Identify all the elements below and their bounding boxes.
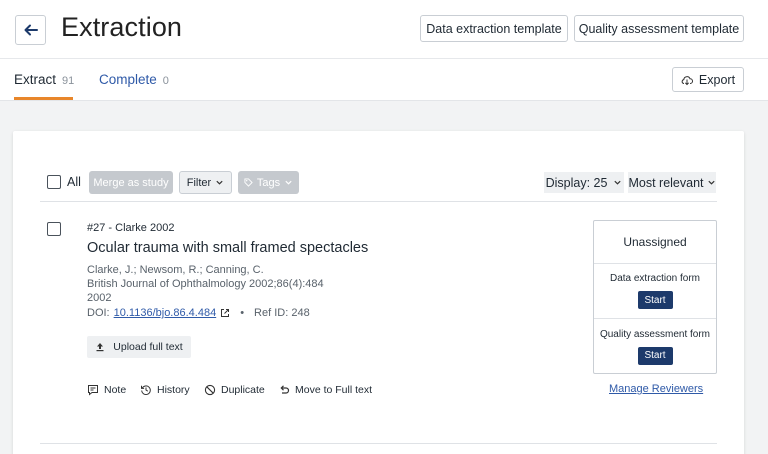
start-quality-assessment-button[interactable]: Start xyxy=(637,346,673,365)
start-data-extraction-button[interactable]: Start xyxy=(637,291,673,309)
upload-label: Upload full text xyxy=(113,341,183,353)
header-divider xyxy=(0,58,768,59)
reference-journal: British Journal of Ophthalmology 2002;86… xyxy=(87,278,324,290)
note-label: Note xyxy=(104,384,127,396)
history-icon xyxy=(141,385,151,396)
select-all-checkbox[interactable] xyxy=(47,175,61,189)
tab-extract[interactable]: Extract 91 xyxy=(14,72,74,87)
reference-title[interactable]: Ocular trauma with small framed spectacl… xyxy=(87,240,368,256)
toolbar-divider xyxy=(40,201,717,202)
duplicate-label: Duplicate xyxy=(221,384,265,396)
arrow-left-icon xyxy=(24,24,38,36)
move-to-full-text-button[interactable]: Move to Full text xyxy=(278,384,372,396)
page-title: Extraction xyxy=(61,12,183,42)
tab-complete[interactable]: Complete 0 xyxy=(99,72,169,87)
merge-as-study-button[interactable]: Merge as study xyxy=(89,171,173,194)
tab-extract-label: Extract xyxy=(14,72,57,87)
export-label: Export xyxy=(698,72,736,87)
sort-label: Most relevant xyxy=(628,175,704,190)
chevron-down-icon xyxy=(614,180,622,185)
tags-label: Tags xyxy=(256,176,281,189)
references-panel: All Merge as study Filter Tags Display: … xyxy=(13,131,744,454)
prohibited-icon xyxy=(204,384,216,396)
sort-select[interactable]: Most relevant xyxy=(628,172,716,193)
assignment-box: Unassigned Data extraction form Start Qu… xyxy=(593,220,717,374)
external-link-icon[interactable] xyxy=(220,308,230,318)
cloud-download-icon xyxy=(681,75,693,85)
data-extraction-form-cell: Data extraction form Start xyxy=(594,264,716,319)
chevron-down-icon xyxy=(707,180,715,185)
chevron-down-icon xyxy=(216,180,223,185)
history-button[interactable]: History xyxy=(140,384,190,396)
upload-full-text-button[interactable]: Upload full text xyxy=(87,336,191,358)
tab-complete-label: Complete xyxy=(99,72,157,87)
filter-button[interactable]: Filter xyxy=(179,171,232,194)
chevron-down-icon xyxy=(285,180,292,185)
quality-assessment-form-label: Quality assessment form xyxy=(599,328,711,340)
assignment-status-label: Unassigned xyxy=(623,235,687,249)
active-tab-indicator xyxy=(14,97,73,100)
doi-prefix: DOI: xyxy=(87,307,110,319)
ref-id: Ref ID: 248 xyxy=(254,307,310,319)
tags-button[interactable]: Tags xyxy=(238,171,299,194)
tab-extract-count: 91 xyxy=(62,75,75,87)
assignment-status: Unassigned xyxy=(594,221,716,264)
reference-header: #27 - Clarke 2002 xyxy=(87,222,175,234)
reference-year: 2002 xyxy=(87,292,112,304)
display-count-select[interactable]: Display: 25 xyxy=(544,172,624,193)
reference-checkbox[interactable] xyxy=(47,222,61,236)
quality-assessment-form-cell: Quality assessment form Start xyxy=(594,319,716,374)
move-label: Move to Full text xyxy=(295,384,373,396)
row-divider xyxy=(40,443,717,444)
note-button[interactable]: Note xyxy=(87,384,126,396)
display-count-label: Display: 25 xyxy=(545,175,608,190)
export-button[interactable]: Export xyxy=(672,67,744,92)
tag-icon xyxy=(244,178,253,187)
back-button[interactable] xyxy=(15,15,46,45)
note-icon xyxy=(88,385,98,396)
doi-link[interactable]: 10.1136/bjo.86.4.484 xyxy=(114,307,217,319)
data-extraction-template-button[interactable]: Data extraction template xyxy=(420,15,568,42)
history-label: History xyxy=(157,384,190,396)
reference-doi-line: DOI: 10.1136/bjo.86.4.484 • Ref ID: 248 xyxy=(87,307,310,319)
select-all-label: All xyxy=(67,175,81,189)
tab-complete-count: 0 xyxy=(162,75,169,87)
quality-assessment-template-button[interactable]: Quality assessment template xyxy=(574,15,744,42)
data-extraction-form-label: Data extraction form xyxy=(609,273,701,284)
reference-authors: Clarke, J.; Newsom, R.; Canning, C. xyxy=(87,264,264,276)
undo-icon xyxy=(280,385,290,394)
top-bar: Extraction Data extraction template Qual… xyxy=(0,0,768,101)
upload-icon xyxy=(96,343,104,352)
meta-separator: • xyxy=(240,307,245,319)
manage-reviewers-link[interactable]: Manage Reviewers xyxy=(609,383,703,395)
filter-label: Filter xyxy=(186,176,212,189)
duplicate-button[interactable]: Duplicate xyxy=(204,384,265,396)
